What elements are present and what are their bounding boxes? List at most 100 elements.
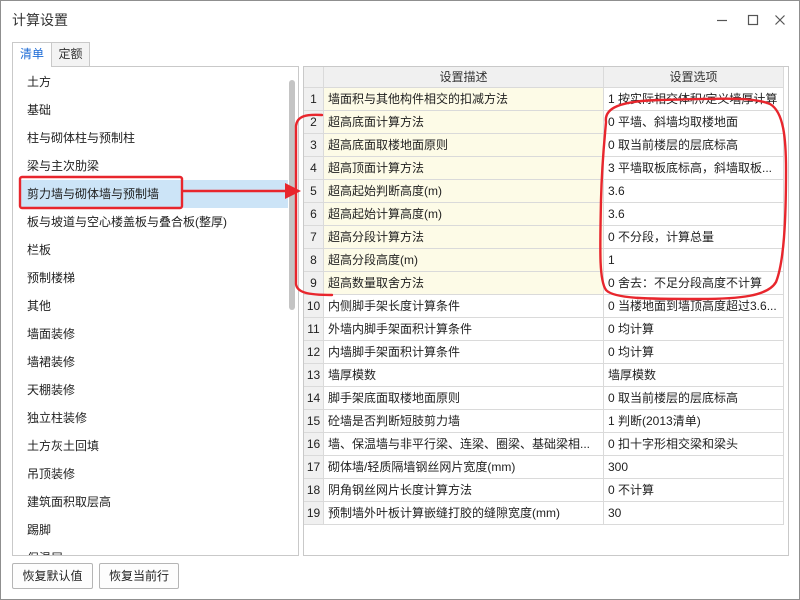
category-item[interactable]: 剪力墙与砌体墙与预制墙 (20, 180, 288, 208)
setting-option[interactable]: 0 均计算 (604, 341, 784, 363)
setting-option[interactable]: 0 平墙、斜墙均取楼地面 (604, 111, 784, 133)
table-row[interactable]: 11 外墙内脚手架面积计算条件 0 均计算 (304, 318, 784, 341)
setting-option[interactable]: 300 (604, 456, 784, 478)
setting-option[interactable]: 0 扣十字形相交梁和梁头 (604, 433, 784, 455)
table-row[interactable]: 10 内侧脚手架长度计算条件 0 当楼地面到墙顶高度超过3.6... (304, 295, 784, 318)
row-number: 4 (304, 157, 324, 179)
restore-current-row-button[interactable]: 恢复当前行 (99, 563, 179, 589)
row-number: 2 (304, 111, 324, 133)
category-list-panel: 土方 基础 柱与砌体柱与预制柱 梁与主次肋梁 剪力墙与砌体墙与预制墙 板与坡道与… (12, 66, 299, 556)
category-item[interactable]: 墙面装修 (20, 320, 288, 348)
setting-description: 预制墙外叶板计算嵌缝打胶的缝隙宽度(mm) (324, 502, 604, 524)
table-row[interactable]: 3 超高底面取楼地面原则 0 取当前楼层的层底标高 (304, 134, 784, 157)
table-row[interactable]: 18 阴角钢丝网片长度计算方法 0 不计算 (304, 479, 784, 502)
table-row[interactable]: 8 超高分段高度(m) 1 (304, 249, 784, 272)
setting-description: 超高分段高度(m) (324, 249, 604, 271)
category-list-scrollbar[interactable] (289, 80, 295, 310)
setting-option[interactable]: 0 取当前楼层的层底标高 (604, 387, 784, 409)
category-item[interactable]: 踢脚 (20, 516, 288, 544)
table-row[interactable]: 14 脚手架底面取楼地面原则 0 取当前楼层的层底标高 (304, 387, 784, 410)
table-row[interactable]: 9 超高数量取舍方法 0 舍去：不足分段高度不计算 (304, 272, 784, 295)
table-header-row: 设置描述 设置选项 (304, 67, 784, 88)
row-number: 12 (304, 341, 324, 363)
row-number: 13 (304, 364, 324, 386)
row-number: 11 (304, 318, 324, 340)
maximize-button[interactable] (740, 8, 766, 32)
table-row[interactable]: 1 墙面积与其他构件相交的扣减方法 1 按实际相交体积/定义墙厚计算 (304, 88, 784, 111)
setting-option[interactable]: 1 (604, 249, 784, 271)
setting-description: 超高底面计算方法 (324, 111, 604, 133)
close-icon (775, 15, 785, 25)
category-item[interactable]: 独立柱装修 (20, 404, 288, 432)
setting-option[interactable]: 0 取当前楼层的层底标高 (604, 134, 784, 156)
category-item[interactable]: 预制楼梯 (20, 264, 288, 292)
setting-option[interactable]: 1 按实际相交体积/定义墙厚计算 (604, 88, 784, 110)
category-item[interactable]: 其他 (20, 292, 288, 320)
minimize-button[interactable] (709, 8, 735, 32)
category-item[interactable]: 保温层 (20, 544, 288, 555)
category-item[interactable]: 栏板 (20, 236, 288, 264)
category-item[interactable]: 天棚装修 (20, 376, 288, 404)
tab-qingdan[interactable]: 清单 (12, 42, 52, 67)
table-row[interactable]: 2 超高底面计算方法 0 平墙、斜墙均取楼地面 (304, 111, 784, 134)
category-item[interactable]: 板与坡道与空心楼盖板与叠合板(整厚) (20, 208, 288, 236)
table-row[interactable]: 12 内墙脚手架面积计算条件 0 均计算 (304, 341, 784, 364)
row-number: 9 (304, 272, 324, 294)
table-row[interactable]: 13 墙厚模数 墙厚模数 (304, 364, 784, 387)
row-number: 6 (304, 203, 324, 225)
setting-description: 外墙内脚手架面积计算条件 (324, 318, 604, 340)
table-row[interactable]: 6 超高起始计算高度(m) 3.6 (304, 203, 784, 226)
setting-option[interactable]: 0 不分段，计算总量 (604, 226, 784, 248)
table-row[interactable]: 4 超高顶面计算方法 3 平墙取板底标高，斜墙取板... (304, 157, 784, 180)
table-row[interactable]: 17 砌体墙/轻质隔墙钢丝网片宽度(mm) 300 (304, 456, 784, 479)
category-item[interactable]: 基础 (20, 96, 288, 124)
setting-option[interactable]: 墙厚模数 (604, 364, 784, 386)
row-number: 5 (304, 180, 324, 202)
row-number-header (304, 67, 324, 87)
category-item[interactable]: 梁与主次肋梁 (20, 152, 288, 180)
setting-option[interactable]: 3.6 (604, 180, 784, 202)
row-number: 17 (304, 456, 324, 478)
setting-description: 砼墙是否判断短肢剪力墙 (324, 410, 604, 432)
tab-dinge[interactable]: 定额 (51, 42, 90, 66)
table-row[interactable]: 7 超高分段计算方法 0 不分段，计算总量 (304, 226, 784, 249)
setting-option[interactable]: 0 舍去：不足分段高度不计算 (604, 272, 784, 294)
row-number: 16 (304, 433, 324, 455)
row-number: 18 (304, 479, 324, 501)
row-number: 15 (304, 410, 324, 432)
setting-option[interactable]: 0 不计算 (604, 479, 784, 501)
close-button[interactable] (767, 8, 793, 32)
setting-option[interactable]: 1 判断(2013清单) (604, 410, 784, 432)
setting-option[interactable]: 3 平墙取板底标高，斜墙取板... (604, 157, 784, 179)
setting-description: 墙面积与其他构件相交的扣减方法 (324, 88, 604, 110)
row-number: 7 (304, 226, 324, 248)
row-number: 19 (304, 502, 324, 524)
table-row[interactable]: 19 预制墙外叶板计算嵌缝打胶的缝隙宽度(mm) 30 (304, 502, 784, 525)
setting-option[interactable]: 3.6 (604, 203, 784, 225)
table-row[interactable]: 15 砼墙是否判断短肢剪力墙 1 判断(2013清单) (304, 410, 784, 433)
option-column-header: 设置选项 (604, 67, 784, 87)
category-item[interactable]: 墙裙装修 (20, 348, 288, 376)
category-item[interactable]: 建筑面积取层高 (20, 488, 288, 516)
table-row[interactable]: 16 墙、保温墙与非平行梁、连梁、圈梁、基础梁相... 0 扣十字形相交梁和梁头 (304, 433, 784, 456)
row-number: 10 (304, 295, 324, 317)
setting-option[interactable]: 0 当楼地面到墙顶高度超过3.6... (604, 295, 784, 317)
setting-description: 超高顶面计算方法 (324, 157, 604, 179)
setting-description: 内墙脚手架面积计算条件 (324, 341, 604, 363)
calculation-settings-dialog: 计算设置 清单 定额 土方 基础 柱与砌体柱与预制柱 梁与主次肋梁 剪力墙与砌体… (0, 0, 800, 600)
category-item[interactable]: 柱与砌体柱与预制柱 (20, 124, 288, 152)
restore-default-button[interactable]: 恢复默认值 (12, 563, 93, 589)
setting-description: 阴角钢丝网片长度计算方法 (324, 479, 604, 501)
category-item[interactable]: 土方灰土回填 (20, 432, 288, 460)
minimize-icon (717, 19, 727, 22)
setting-option[interactable]: 0 均计算 (604, 318, 784, 340)
setting-description: 砌体墙/轻质隔墙钢丝网片宽度(mm) (324, 456, 604, 478)
setting-option[interactable]: 30 (604, 502, 784, 524)
table-row[interactable]: 5 超高起始判断高度(m) 3.6 (304, 180, 784, 203)
row-number: 1 (304, 88, 324, 110)
row-number: 3 (304, 134, 324, 156)
category-item[interactable]: 土方 (20, 68, 288, 96)
setting-description: 超高底面取楼地面原则 (324, 134, 604, 156)
category-item[interactable]: 吊顶装修 (20, 460, 288, 488)
setting-description: 超高数量取舍方法 (324, 272, 604, 294)
